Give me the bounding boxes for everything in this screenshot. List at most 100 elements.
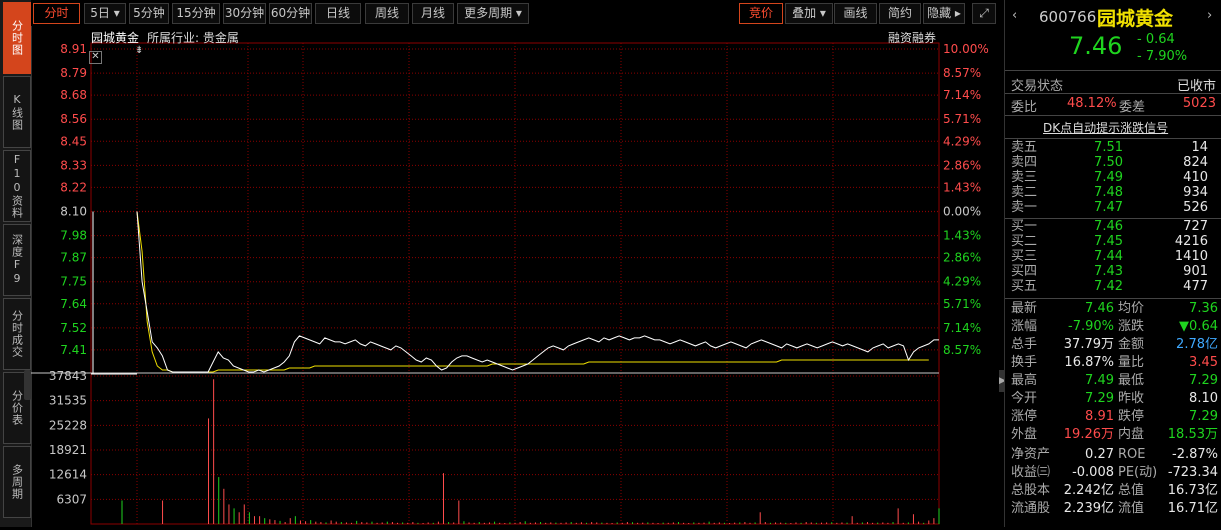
toolbar-left-4[interactable]: 30分钟 xyxy=(223,3,266,24)
stat-value: 16.73亿 xyxy=(1167,483,1218,498)
book-price: 7.43 xyxy=(1094,264,1123,279)
close-icon[interactable]: ✕ xyxy=(89,51,102,64)
stat-row: 总股本 2.242亿 总值 16.73亿 xyxy=(1011,482,1218,500)
signal-link[interactable]: DK点自动提示涨跌信号 xyxy=(1043,119,1168,136)
industry-label: 所属行业: 贵金属 xyxy=(147,31,239,45)
bid-row[interactable]: 买二 7.45 4216 xyxy=(1011,234,1218,249)
stat-label: ROE xyxy=(1118,447,1146,462)
book-volume: 4216 xyxy=(1174,234,1208,249)
ask-row[interactable]: 卖五 7.51 14 xyxy=(1011,140,1218,155)
stock-name: 园城黄金 xyxy=(1097,8,1174,30)
toolbar-left-5[interactable]: 60分钟 xyxy=(269,3,312,24)
sidebar-tab-6[interactable]: 多周期 xyxy=(3,446,31,518)
price-tick-label: 7.52 xyxy=(60,321,87,335)
sidebar-collapse-handle[interactable] xyxy=(24,370,31,400)
stat-label: 总股本 xyxy=(1011,483,1051,498)
volume-tick-label: 25228 xyxy=(49,418,87,432)
stat-label: 涨停 xyxy=(1011,409,1038,424)
pct-tick-label: 10.00% xyxy=(943,42,989,56)
toolbar-left-3[interactable]: 15分钟 xyxy=(172,3,220,24)
price-tick-label: 7.87 xyxy=(60,251,87,265)
stat-label: 最高 xyxy=(1011,373,1038,388)
sidebar-tab-0[interactable]: 分时图 xyxy=(3,2,31,74)
stat-row: 总手 37.79万 金额 2.78亿 xyxy=(1011,336,1218,354)
cursor-marker-icon: ⇟ xyxy=(135,45,144,56)
book-level-label: 卖一 xyxy=(1011,200,1038,215)
sidebar-tab-2[interactable]: F10资料 xyxy=(3,150,31,222)
pct-tick-label: 5.71% xyxy=(943,112,981,126)
toolbar-right-2[interactable]: 画线 xyxy=(834,3,877,24)
book-price: 7.49 xyxy=(1094,170,1123,185)
toolbar-left-6[interactable]: 日线 xyxy=(315,3,361,24)
sidebar-tab-1[interactable]: K线图 xyxy=(3,76,31,148)
book-level-label: 买三 xyxy=(1011,249,1038,264)
toolbar-left-8[interactable]: 月线 xyxy=(412,3,454,24)
book-level-label: 买二 xyxy=(1011,234,1038,249)
book-level-label: 卖五 xyxy=(1011,140,1038,155)
book-price: 7.47 xyxy=(1094,200,1123,215)
price-tick-label: 8.10 xyxy=(60,205,87,219)
price-tick-label: 8.68 xyxy=(60,88,87,102)
forward-arrow-icon[interactable]: › xyxy=(1207,8,1212,23)
ask-row[interactable]: 卖一 7.47 526 xyxy=(1011,200,1218,215)
fullscreen-icon[interactable]: ⤢ xyxy=(972,3,996,24)
price-tick-label: 8.79 xyxy=(60,66,87,80)
toolbar-right-1[interactable]: 叠加 ▾ xyxy=(785,3,833,24)
price-tick-label: 8.45 xyxy=(60,134,87,148)
stat-row: 外盘 19.26万 内盘 18.53万 xyxy=(1011,426,1218,444)
pct-tick-label: 1.43% xyxy=(943,229,981,243)
price-change-pct: - 7.90% xyxy=(1137,49,1188,64)
toolbar-left-9[interactable]: 更多周期 ▾ xyxy=(457,3,529,24)
pct-tick-label: 4.29% xyxy=(943,134,981,148)
volume-tick-label: 31535 xyxy=(49,394,87,408)
stat-value: 16.71亿 xyxy=(1167,501,1218,516)
pct-tick-label: 8.57% xyxy=(943,343,981,357)
stat-label: 流值 xyxy=(1118,501,1145,516)
stat-value: 7.29 xyxy=(1189,409,1218,424)
stat-label: 净资产 xyxy=(1011,447,1051,462)
ask-row[interactable]: 卖二 7.48 934 xyxy=(1011,185,1218,200)
book-separator xyxy=(1005,218,1221,219)
sidebar-tab-4[interactable]: 分时成交 xyxy=(3,298,31,370)
book-price: 7.51 xyxy=(1094,140,1123,155)
toolbar-right-0[interactable]: 竞价 xyxy=(739,3,783,24)
ask-row[interactable]: 卖四 7.50 824 xyxy=(1011,155,1218,170)
stat-row: 收益㈢ -0.008 PE(动) -723.34 xyxy=(1011,464,1218,482)
price-tick-label: 7.41 xyxy=(60,343,87,357)
stat-label: 金额 xyxy=(1118,337,1145,352)
toolbar-left-0[interactable]: 分时 xyxy=(33,3,80,24)
toolbar-left-1[interactable]: 5日 ▾ xyxy=(84,3,126,24)
book-price: 7.42 xyxy=(1094,279,1123,294)
volume-tick-label: 18921 xyxy=(49,443,87,457)
toolbar-left-2[interactable]: 5分钟 xyxy=(129,3,169,24)
bid-row[interactable]: 买一 7.46 727 xyxy=(1011,219,1218,234)
volume-tick-label: 6307 xyxy=(56,492,87,506)
book-volume: 526 xyxy=(1183,200,1208,215)
back-arrow-icon[interactable]: ‹ xyxy=(1012,8,1017,23)
bid-row[interactable]: 买四 7.43 901 xyxy=(1011,264,1218,279)
toolbar-right-4[interactable]: 隐藏 ▸ xyxy=(923,3,965,24)
book-volume: 410 xyxy=(1183,170,1208,185)
stat-label: 最低 xyxy=(1118,373,1145,388)
stat-label: 涨幅 xyxy=(1011,319,1038,334)
stat-label: 均价 xyxy=(1118,301,1145,316)
bid-row[interactable]: 买五 7.42 477 xyxy=(1011,279,1218,294)
pct-tick-label: 0.00% xyxy=(943,205,981,219)
volume-tick-label: 12614 xyxy=(49,468,87,482)
left-sidebar: 分时图 K线图 F10资料 深度F9 分时成交 分价表 多周期 xyxy=(0,0,32,527)
stat-label: 流通股 xyxy=(1011,501,1051,516)
stat-value: -723.34 xyxy=(1167,465,1218,480)
period-toolbar: 分时 5日 ▾ 5分钟 15分钟 30分钟 60分钟 日线 周线 月线 更多周期 ▾ 竞价 叠加 ▾ 画… xyxy=(31,0,999,26)
stat-label: 内盘 xyxy=(1118,427,1145,442)
toolbar-left-7[interactable]: 周线 xyxy=(365,3,409,24)
price-change: - 0.64 xyxy=(1137,32,1175,47)
stat-row: 今开 7.29 昨收 8.10 xyxy=(1011,390,1218,408)
sidebar-tab-3[interactable]: 深度F9 xyxy=(3,224,31,296)
order-book: 卖五 7.51 14 卖四 7.50 824 卖三 7.49 410 卖二 7.48 934 卖一 7.4… xyxy=(1005,140,1221,298)
price-tick-label: 7.98 xyxy=(60,229,87,243)
ask-row[interactable]: 卖三 7.49 410 xyxy=(1011,170,1218,185)
book-level-label: 卖四 xyxy=(1011,155,1038,170)
toolbar-right-3[interactable]: 简约 xyxy=(879,3,921,24)
stat-value: 37.79万 xyxy=(1063,337,1114,352)
bid-row[interactable]: 买三 7.44 1410 xyxy=(1011,249,1218,264)
